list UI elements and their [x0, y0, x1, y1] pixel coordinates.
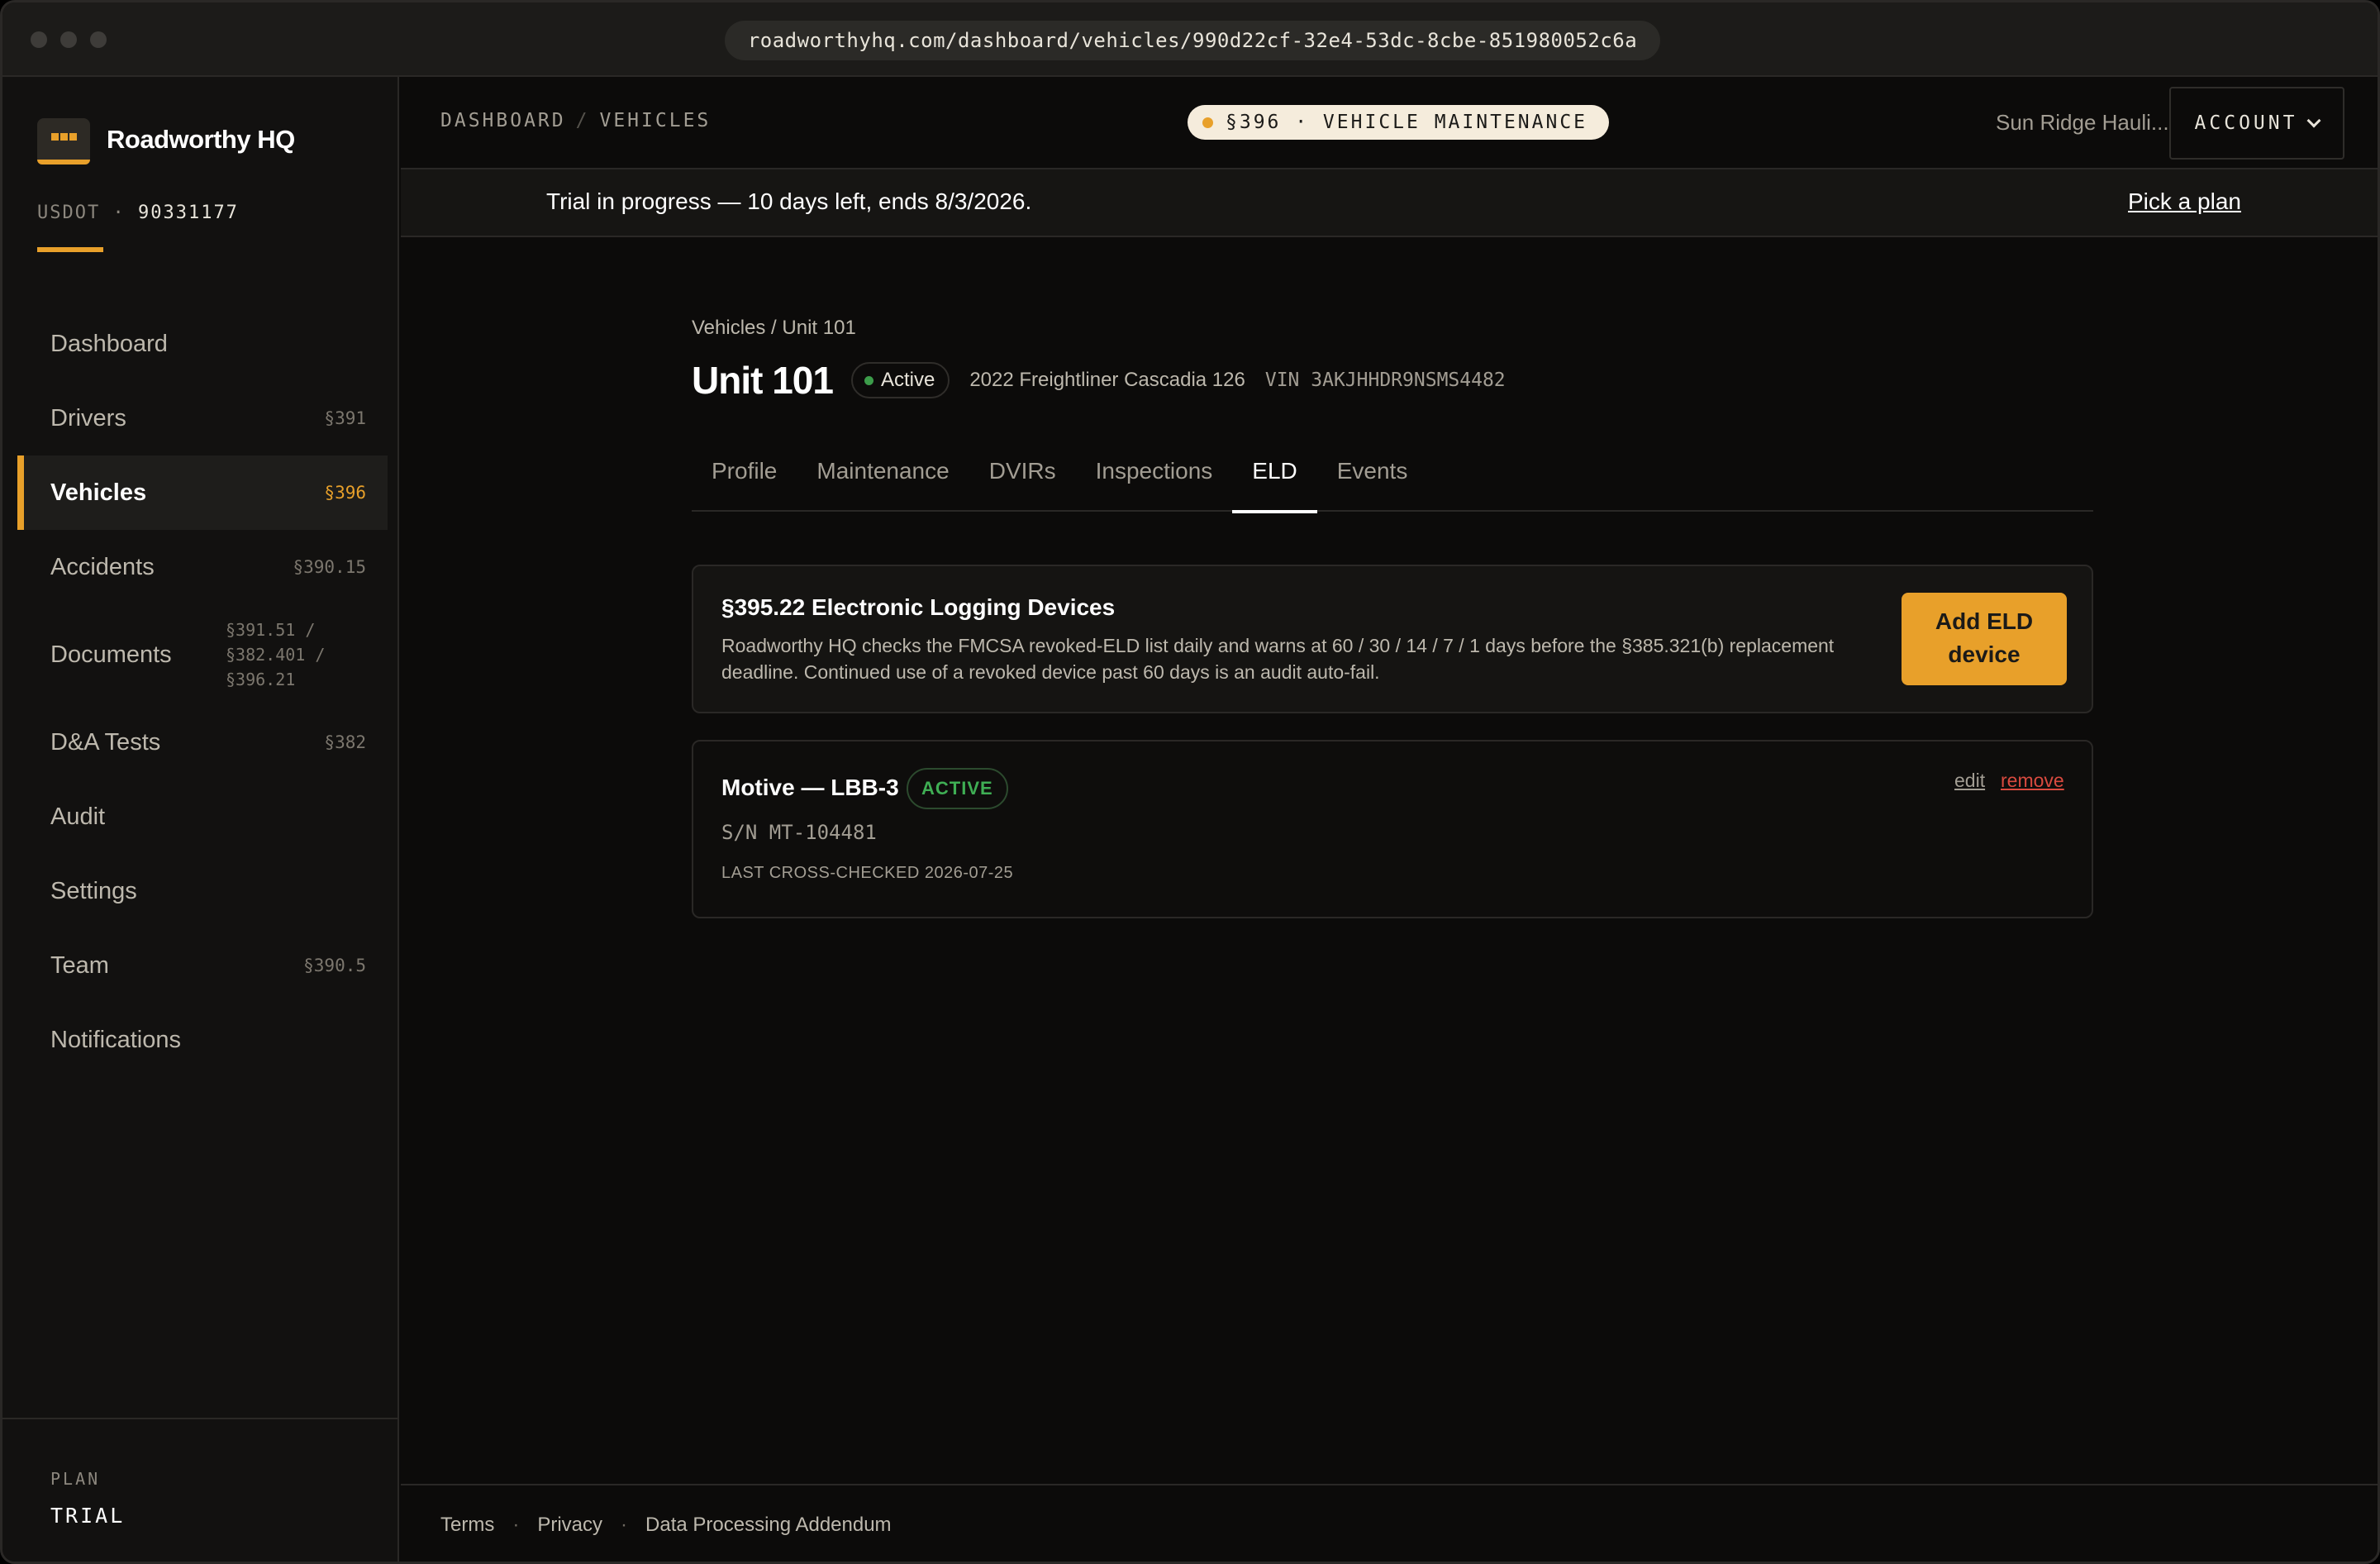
pick-plan-link[interactable]: Pick a plan	[2128, 188, 2241, 215]
device-serial: S/N MT-104481	[721, 821, 877, 844]
sidebar-item-section: §391	[324, 408, 366, 428]
footer-separator: ·	[621, 1514, 628, 1536]
account-label: ACCOUNT	[2194, 112, 2298, 134]
edit-device-link[interactable]: edit	[1954, 770, 1985, 792]
chevron-down-icon	[2306, 113, 2321, 128]
footer-separator: ·	[512, 1514, 520, 1536]
vehicle-model: 2022 Freightliner Cascadia 126	[969, 369, 1245, 391]
device-name: Motive — LBB-3	[721, 775, 899, 800]
sidebar-item-section: §390.5	[303, 956, 366, 975]
brand-logo-icon[interactable]	[37, 118, 90, 165]
sidebar-item-label: Vehicles	[50, 479, 147, 506]
sidebar-item-label: D&A Tests	[50, 728, 161, 756]
plan-value: TRIAL	[50, 1504, 126, 1528]
browser-window: roadworthyhq.com/dashboard/vehicles/990d…	[0, 0, 2380, 1564]
sidebar-item-dashboard[interactable]: Dashboard	[17, 307, 388, 381]
account-menu-button[interactable]: ACCOUNT	[2169, 87, 2344, 160]
vehicle-vin: VIN 3AKJHHDR9NSMS4482	[1264, 370, 1506, 391]
privacy-link[interactable]: Privacy	[537, 1514, 602, 1537]
maximize-window-dot[interactable]	[90, 31, 107, 48]
sidebar-item-label: Accidents	[50, 553, 155, 580]
sidebar-item-section: §382	[324, 732, 366, 752]
organization-name: Sun Ridge Hauli...	[1996, 110, 2169, 135]
sidebar-item-section: §396	[324, 483, 366, 503]
breadcrumb: DASHBOARD / VEHICLES	[440, 110, 711, 131]
sidebar-item-audit[interactable]: Audit	[17, 780, 388, 854]
eld-info-card: §395.22 Electronic Logging Devices Roadw…	[692, 565, 2093, 713]
trial-message: Trial in progress — 10 days left, ends 8…	[546, 188, 1032, 214]
tab-dvirs[interactable]: DVIRs	[969, 442, 1076, 512]
sidebar: Roadworthy HQ USDOT · 90331177 Dashboard…	[2, 77, 399, 1562]
address-bar[interactable]: roadworthyhq.com/dashboard/vehicles/990d…	[725, 21, 1660, 60]
eld-device-card: Motive — LBB-3 ACTIVE S/N MT-104481 LAST…	[692, 740, 2093, 918]
sidebar-item-da-tests[interactable]: D&A Tests §382	[17, 705, 388, 780]
sidebar-item-section: §390.15	[293, 557, 366, 577]
sidebar-item-notifications[interactable]: Notifications	[17, 1003, 388, 1077]
active-dot-icon	[864, 376, 873, 385]
close-window-dot[interactable]	[31, 31, 47, 48]
tab-inspections[interactable]: Inspections	[1076, 442, 1233, 512]
device-status-badge: ACTIVE	[907, 768, 1008, 809]
sidebar-item-team[interactable]: Team §390.5	[17, 928, 388, 1003]
status-badge-label: Active	[880, 369, 935, 391]
usdot-number: USDOT · 90331177	[37, 203, 239, 223]
breadcrumb-separator: /	[575, 110, 590, 131]
vehicle-tabs: Profile Maintenance DVIRs Inspections EL…	[692, 442, 2093, 513]
remove-device-link[interactable]: remove	[2001, 770, 2064, 792]
page-title: Unit 101	[692, 359, 834, 402]
tab-profile[interactable]: Profile	[692, 442, 797, 512]
tab-maintenance[interactable]: Maintenance	[797, 442, 969, 512]
footer-links: Terms · Privacy · Data Processing Addend…	[440, 1514, 892, 1537]
dpa-link[interactable]: Data Processing Addendum	[645, 1514, 892, 1537]
add-eld-device-button[interactable]: Add ELD device	[1902, 593, 2067, 685]
sidebar-item-label: Dashboard	[50, 330, 168, 357]
footer: Terms · Privacy · Data Processing Addend…	[401, 1484, 2378, 1562]
section-pill-label: §396 · VEHICLE MAINTENANCE	[1226, 112, 1588, 133]
sidebar-item-section: §391.51 / §382.401 / §396.21	[226, 620, 326, 689]
sidebar-item-label: Notifications	[50, 1026, 181, 1053]
sidebar-item-accidents[interactable]: Accidents §390.15	[17, 530, 388, 604]
sidebar-item-label: Audit	[50, 803, 106, 830]
minimize-window-dot[interactable]	[60, 31, 77, 48]
terms-link[interactable]: Terms	[440, 1514, 494, 1537]
plan-panel: PLAN TRIAL	[2, 1418, 397, 1562]
browser-chrome: roadworthyhq.com/dashboard/vehicles/990d…	[2, 2, 2378, 77]
section-pill: §396 · VEHICLE MAINTENANCE	[1188, 105, 1610, 140]
sidebar-item-documents[interactable]: Documents §391.51 / §382.401 / §396.21	[17, 604, 388, 705]
eld-info-description: Roadworthy HQ checks the FMCSA revoked-E…	[721, 635, 1835, 683]
sidebar-item-label: Team	[50, 951, 109, 979]
sidebar-item-drivers[interactable]: Drivers §391	[17, 381, 388, 455]
tab-events[interactable]: Events	[1317, 442, 1428, 512]
breadcrumb-vehicles[interactable]: VEHICLES	[599, 110, 711, 131]
sidebar-item-label: Drivers	[50, 404, 126, 432]
eld-info-title: §395.22 Electronic Logging Devices	[721, 594, 1116, 620]
tab-eld[interactable]: ELD	[1232, 442, 1318, 513]
breadcrumb-dashboard[interactable]: DASHBOARD	[440, 110, 566, 131]
usdot-label: USDOT ·	[37, 203, 126, 223]
vehicle-breadcrumb[interactable]: Vehicles / Unit 101	[692, 317, 2093, 340]
status-badge: Active	[850, 362, 950, 398]
sidebar-item-label: Documents	[50, 641, 172, 668]
top-bar: DASHBOARD / VEHICLES §396 · VEHICLE MAINTE…	[401, 77, 2378, 169]
plan-label: PLAN	[50, 1469, 101, 1489]
sidebar-item-vehicles[interactable]: Vehicles §396	[17, 455, 388, 530]
usdot-value: 90331177	[137, 203, 239, 223]
brand-name[interactable]: Roadworthy HQ	[107, 125, 295, 155]
vehicle-header: Unit 101 Active 2022 Freightliner Cascad…	[692, 358, 2093, 403]
device-last-checked: LAST CROSS-CHECKED 2026-07-25	[721, 864, 1014, 882]
usdot-accent-bar	[37, 247, 103, 252]
main-content: Vehicles / Unit 101 Unit 101 Active 2022…	[692, 317, 2093, 918]
sidebar-item-settings[interactable]: Settings	[17, 854, 388, 928]
status-dot-icon	[1202, 117, 1213, 128]
sidebar-nav: Dashboard Drivers §391 Vehicles §396 Acc…	[17, 307, 388, 1077]
trial-banner: Trial in progress — 10 days left, ends 8…	[401, 169, 2378, 237]
sidebar-item-label: Settings	[50, 877, 137, 904]
